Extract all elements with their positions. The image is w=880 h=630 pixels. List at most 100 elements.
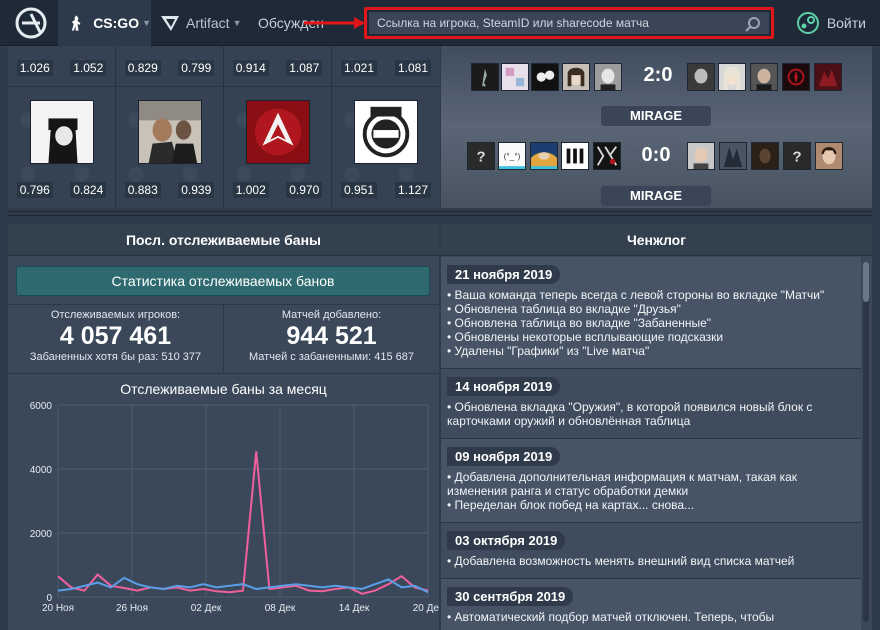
tile-top-values: 1.021 1.081 <box>332 60 440 76</box>
x-tick-label: 20 Ноя <box>42 603 74 614</box>
tile-bottom-values: 0.796 0.824 <box>8 182 115 198</box>
changelog-line: • Добавлена возможность менять внешний в… <box>447 554 795 568</box>
avatar <box>531 63 559 91</box>
match-map-label: MIRAGE <box>601 106 711 126</box>
changelog-entry: 30 сентября 2019 • Автоматический подбор … <box>441 579 861 630</box>
tracked-bans-panel: Посл. отслеживаемые баны Статистика отсл… <box>8 224 439 630</box>
avatar <box>30 100 94 164</box>
site-logo-icon[interactable] <box>14 6 48 40</box>
x-tick-label: 14 Дек <box>339 603 370 614</box>
changelog-list: 21 ноября 2019 • Ваша команда теперь всег… <box>441 257 861 630</box>
y-tick-label: 4000 <box>30 465 53 476</box>
line-chart: 020004000600020 Ноя 26 Ноя 02 Дек 08 Дек 14 … <box>30 401 439 614</box>
match-card[interactable]: ? (°_°) 0:0 ? MIRAGE <box>441 126 872 206</box>
svg-text:?: ? <box>792 150 801 166</box>
nav-tab-artifact[interactable]: Artifact ▼ <box>160 0 250 46</box>
changelog-date: 14 ноября 2019 <box>447 377 561 396</box>
x-tick-label: 20 Дек <box>413 603 439 614</box>
login-button[interactable]: Войти <box>796 0 866 46</box>
search-input[interactable] <box>369 12 769 34</box>
avatar <box>782 63 810 91</box>
avatar <box>815 142 843 170</box>
tile-value: 0.970 <box>286 182 323 198</box>
divider <box>8 86 115 87</box>
avatar <box>501 63 529 91</box>
match-score: 0:0 <box>641 144 671 166</box>
changelog-line: • Добавлена дополнительная информация к … <box>447 470 798 484</box>
tile-value: 1.021 <box>340 60 378 76</box>
live-matches-panel: 2:0 MIRAGE ? (°_°) 0:0 ? MIRAGE <box>441 46 872 208</box>
changelog-line: • Автоматический подбор матчей отключен.… <box>447 610 775 624</box>
stat-tile[interactable]: 0.829 0.799 0.883 0.939 <box>116 46 224 208</box>
panel-title: Ченжлог <box>441 224 872 256</box>
divider <box>116 86 223 87</box>
stat-tile[interactable]: 1.026 1.052 0.796 0.824 <box>8 46 116 208</box>
avatar <box>750 63 778 91</box>
avatar <box>530 142 558 170</box>
monthly-bans-chart: Отслеживаемые баны за месяц 0 2000 4000 600… <box>8 375 439 630</box>
tracked-players-counter: Отслеживаемых игроков: 4 057 461 Забанен… <box>8 305 223 373</box>
tile-value: 1.052 <box>70 60 107 76</box>
tile-top-values: 1.026 1.052 <box>8 60 115 76</box>
avatar <box>562 63 590 91</box>
tile-bottom-values: 0.951 1.127 <box>332 182 440 198</box>
chevron-down-icon: ▼ <box>142 18 151 28</box>
changelog-date: 21 ноября 2019 <box>447 265 561 284</box>
counter-label: Отслеживаемых игроков: <box>50 309 181 321</box>
changelog-line: • Обновлена вкладка "Оружия", в которой … <box>447 400 813 414</box>
search-icon[interactable] <box>745 16 761 32</box>
avatar <box>751 142 779 170</box>
counter-value: 4 057 461 <box>59 322 172 350</box>
tile-value: 0.796 <box>16 182 53 198</box>
match-score: 2:0 <box>643 64 673 86</box>
search-box <box>364 7 774 39</box>
changelog-line: • Ваша команда теперь всегда с левой сто… <box>447 288 825 302</box>
tile-bottom-values: 1.002 0.970 <box>224 182 331 198</box>
ban-statistics-button[interactable]: Статистика отслеживаемых банов <box>16 266 430 296</box>
match-card[interactable]: 2:0 MIRAGE <box>441 46 872 126</box>
x-tick-label: 08 Дек <box>265 603 296 614</box>
scrollbar[interactable] <box>863 262 869 622</box>
nav-tab-csgo[interactable]: CS:GO ▼ <box>58 0 151 46</box>
series-line-0 <box>57 451 429 595</box>
scrollbar-thumb[interactable] <box>863 262 869 302</box>
tile-value: 1.087 <box>286 60 323 76</box>
avatar <box>687 142 715 170</box>
changelog-entry: 03 октября 2019 • Добавлена возможность м… <box>441 523 861 579</box>
avatar <box>593 142 621 170</box>
changelog-panel: Ченжлог 21 ноября 2019 • Ваша команда теп… <box>441 224 872 630</box>
top-navbar: CS:GO ▼ Artifact ▼ Обсужден Войти <box>0 0 880 46</box>
matches-added-counter: Матчей добавлено: 944 521 Матчей с забан… <box>223 305 439 373</box>
nav-tab-csgo-label: CS:GO <box>93 15 140 31</box>
x-tick-label: 26 Ноя <box>116 603 148 614</box>
tile-value: 0.883 <box>124 182 161 198</box>
tile-top-values: 0.829 0.799 <box>116 60 223 76</box>
divider <box>332 86 440 87</box>
avatar <box>138 100 202 164</box>
avatar <box>814 63 842 91</box>
changelog-date: 09 ноября 2019 <box>447 447 561 466</box>
divider <box>8 211 872 212</box>
soldier-icon <box>71 15 81 31</box>
tile-value: 1.081 <box>394 60 432 76</box>
tile-value: 0.914 <box>232 60 269 76</box>
stat-tile[interactable]: 1.021 1.081 0.951 1.127 <box>332 46 440 208</box>
tile-bottom-values: 0.883 0.939 <box>116 182 223 198</box>
tile-value: 0.829 <box>124 60 161 76</box>
login-label: Войти <box>826 15 866 31</box>
tile-top-values: 0.914 1.087 <box>224 60 331 76</box>
changelog-line: карточками оружий и обновлённая таблица <box>447 414 691 428</box>
avatar <box>718 63 746 91</box>
changelog-line: • Обновлена таблица во вкладке "Друзья" <box>447 302 681 316</box>
tile-value: 0.951 <box>340 182 378 198</box>
changelog-line: • Обновлены некоторые всплывающие подска… <box>447 330 724 344</box>
counter-value: 944 521 <box>286 322 377 350</box>
annotation-arrow <box>304 17 365 29</box>
divider <box>8 215 872 216</box>
avatar <box>471 63 499 91</box>
stat-tile[interactable]: 0.914 1.087 1.002 0.970 <box>224 46 332 208</box>
avatar: ? <box>783 142 811 170</box>
counter-subtext: Матчей с забаненными: 415 687 <box>249 351 414 363</box>
tile-value: 0.799 <box>178 60 215 76</box>
svg-text:?: ? <box>476 150 485 166</box>
